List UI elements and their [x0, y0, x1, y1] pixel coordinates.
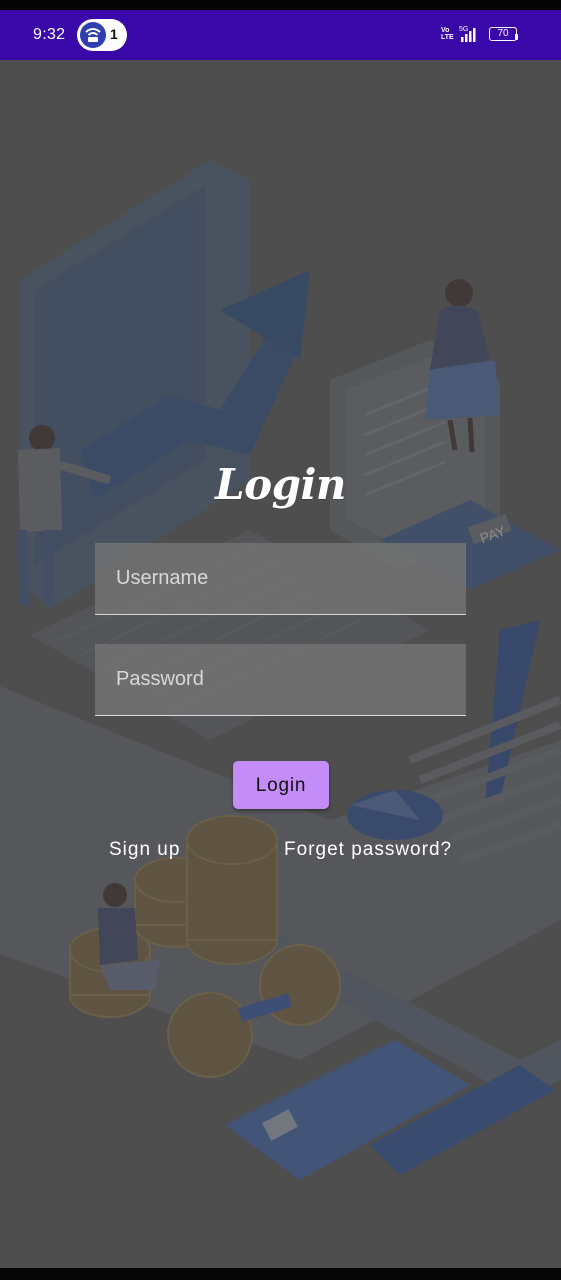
bottom-screen-edge: [0, 1268, 561, 1280]
login-title: Login: [215, 460, 346, 509]
battery-icon: 70: [489, 27, 518, 41]
hotspot-count: 1: [110, 26, 118, 42]
password-input[interactable]: [95, 644, 466, 715]
login-button[interactable]: Login: [233, 761, 329, 809]
forget-password-link[interactable]: Forget password?: [284, 839, 452, 861]
password-field[interactable]: [95, 644, 466, 716]
status-bar: 9:32 1 Vo LTE 5G 70: [0, 10, 561, 60]
volte-icon: Vo LTE: [441, 27, 454, 41]
svg-text:5G: 5G: [459, 26, 468, 33]
status-time: 9:32: [33, 26, 66, 43]
username-field[interactable]: [95, 543, 466, 615]
battery-level: 70: [497, 28, 509, 39]
login-screen: PAY Login Username Login Sign up Forget …: [0, 60, 561, 1268]
wifi-hotspot-icon: [80, 22, 106, 48]
signal-5g-icon: 5G: [459, 26, 476, 42]
top-screen-edge: [0, 0, 561, 10]
signup-link[interactable]: Sign up: [109, 839, 180, 861]
hotspot-indicator[interactable]: 1: [77, 19, 127, 51]
username-input[interactable]: [95, 543, 466, 614]
